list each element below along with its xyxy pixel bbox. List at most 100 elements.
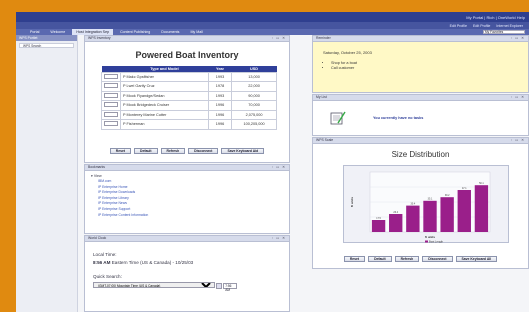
chart-bar — [406, 205, 420, 232]
refresh-button[interactable]: Refresh — [394, 256, 420, 262]
quick-search-label: Quick Search: — [93, 274, 122, 279]
usd-cell: 100,205,000 — [231, 119, 277, 130]
bookmark-link[interactable]: IP Enterprise Content Information — [98, 213, 283, 219]
reset-button[interactable]: Reset — [109, 148, 132, 154]
my-list-portlet: My List ▫ ▭ ✕ You currently have no task… — [312, 94, 529, 136]
bar-data-label: 17.5 — [376, 217, 381, 220]
utility-link-3[interactable]: Internet Explorer — [496, 24, 523, 28]
bar-data-label: 26.4 — [393, 211, 398, 214]
portlet-controls[interactable]: ▫ ▭ ✕ — [272, 36, 286, 42]
row-select[interactable] — [101, 109, 121, 120]
table-row[interactable]: P Lwel Gartly Cruz 1978 22,000 — [101, 81, 277, 92]
bookmark-root[interactable]: ▾ View — [91, 174, 283, 178]
table-row[interactable]: P Mook Flyandge/Sedan 1993 90,000 — [101, 90, 277, 101]
row-select[interactable] — [101, 90, 121, 101]
default-button[interactable]: Default — [134, 148, 158, 154]
model-cell: P Monterey Marine Cutter — [120, 109, 209, 120]
table-row[interactable]: P Monterey Marine Cutter 1996 2,075,000 — [101, 109, 277, 120]
portlet-header: WPS Scale ▫ ▭ ✕ — [313, 138, 528, 144]
table-row[interactable]: P Fisherman 1996 100,205,000 — [101, 119, 277, 130]
size-bar-chart: 17.5 26.4 30.4 35.1 39.2 47.1 50.1 ft units ft u… — [350, 171, 491, 244]
timezone-go-button[interactable] — [216, 282, 223, 289]
reminder-list: Shop for a boat Call customer — [323, 61, 518, 70]
portlet-controls[interactable]: ▫ ▭ ✕ — [272, 236, 286, 242]
legend-label: Boat Length — [429, 240, 444, 244]
timezone-select[interactable]: (GMT-07:00) Mountain Time (US & Canada) — [93, 282, 215, 288]
disconnect-button[interactable]: Disconnect — [422, 256, 453, 262]
bookmarks-portlet: Bookmarks ▫ ▭ ✕ ▾ View IBM.com IP Enterpr… — [84, 164, 290, 234]
portlet-header: World Clock ▫ ▭ ✕ — [85, 236, 289, 242]
row-select[interactable] — [101, 81, 121, 92]
year-cell: 1978 — [207, 81, 233, 92]
reminder-portlet: Reminder ▫ ▭ ✕ Saturday, October 25, 200… — [312, 35, 529, 93]
inventory-table: Type and Model Year USD P Makc Gpsfitshe… — [101, 66, 277, 130]
left-navigation: WPS Portlet WPS Search — [16, 35, 78, 312]
portlet-controls[interactable]: ▫ ▭ ✕ — [272, 165, 286, 171]
time-field[interactable]: 7:56 AM — [223, 282, 238, 292]
empty-task-message: You currently have no tasks — [373, 116, 424, 120]
reminder-item: Call customer — [331, 66, 518, 70]
top-bar: My Portal | Rich | OneWorld Help — [16, 12, 529, 22]
chart-title: Size Distribution — [391, 150, 450, 159]
chart-bar — [440, 197, 454, 232]
chart-bar — [371, 220, 386, 232]
legend-swatch — [425, 240, 428, 243]
utility-bar: Edit Profile Edit Profile Internet Explo… — [16, 22, 529, 29]
usd-cell: 22,000 — [231, 81, 277, 92]
reset-button[interactable]: Reset — [343, 256, 366, 262]
reminder-note: Saturday, October 25, 2003 Shop for a bo… — [313, 42, 528, 92]
left-nav-item-search[interactable]: WPS Search — [19, 43, 74, 48]
portlet-header: WPS Inventory ▫ ▭ ✕ — [85, 36, 289, 42]
left-nav-title: WPS Portlet — [16, 35, 77, 41]
local-time-value: 8:56 AM Eastern Time (US & Canada) - 10/… — [93, 260, 194, 265]
usd-cell: 2,075,000 — [231, 109, 277, 120]
task-list-icon — [330, 111, 346, 125]
row-select[interactable] — [101, 100, 121, 111]
chart-buttons: Reset Default Refresh Disconnect Save Ke… — [313, 256, 528, 262]
portlet-title: WPS Scale — [316, 138, 334, 142]
year-cell: 1993 — [207, 71, 233, 82]
inventory-buttons: Reset Default Refresh Disconnect Save Ke… — [85, 148, 289, 154]
row-select[interactable] — [101, 71, 121, 82]
user-menu[interactable]: My Portal | Rich | OneWorld Help — [466, 15, 525, 20]
portlet-controls[interactable]: ▫ ▭ ✕ — [511, 138, 525, 144]
bar-data-label: 39.2 — [445, 194, 450, 197]
portlet-title: My List — [316, 95, 327, 99]
chart-bar — [423, 200, 437, 232]
chart-bar — [457, 190, 471, 232]
portlet-header: My List ▫ ▭ ✕ — [313, 95, 528, 101]
save-keyboard-button[interactable]: Save Keyboard Aid — [221, 148, 265, 154]
bar-data-label: 30.4 — [411, 202, 416, 205]
default-button[interactable]: Default — [368, 256, 392, 262]
portlet-header: Bookmarks ▫ ▭ ✕ — [85, 165, 289, 171]
row-select[interactable] — [101, 119, 121, 130]
size-chart-portlet: WPS Scale ▫ ▭ ✕ Size Distribution 17.5 26… — [312, 137, 529, 269]
y-axis-label: ft units — [350, 197, 354, 207]
table-row[interactable]: P Makc Gpsfitsher 1993 13,000 — [101, 71, 277, 82]
local-time-label: Local Time: — [93, 252, 117, 257]
model-cell: P Lwel Gartly Cruz — [120, 81, 209, 92]
usd-cell: 70,000 — [231, 100, 277, 111]
portlet-controls[interactable]: ▫ ▭ ✕ — [511, 95, 525, 101]
favorites-select[interactable]: My Favorites — [483, 30, 525, 34]
year-cell: 1996 — [207, 119, 233, 130]
bookmark-list: ▾ View IBM.com IP Enterprise Home IP Enter… — [85, 171, 289, 221]
chart-area: 17.5 26.4 30.4 35.1 39.2 47.1 50.1 ft units ft u… — [343, 165, 509, 244]
table-row[interactable]: P Mook Bridgedeck Cruiser 1996 70,000 — [101, 100, 277, 111]
utility-link-2[interactable]: Edit Profile — [473, 24, 490, 28]
utility-link-1[interactable]: Edit Profile — [450, 24, 467, 28]
inventory-portlet: WPS Inventory ▫ ▭ ✕ Powered Boat Invento… — [84, 35, 290, 163]
bookmark-root-label: View — [93, 174, 102, 178]
chart-bar — [389, 214, 403, 232]
portlet-title: WPS Inventory — [88, 36, 111, 40]
chart-bar — [474, 185, 489, 232]
bar-data-label: 35.1 — [428, 198, 433, 201]
portlet-controls[interactable]: ▫ ▭ ✕ — [511, 36, 525, 42]
save-keyboard-button[interactable]: Save Keyboard All — [455, 256, 498, 262]
reminder-date: Saturday, October 25, 2003 — [323, 50, 372, 55]
model-cell: P Mook Flyandge/Sedan — [120, 90, 209, 101]
disconnect-button[interactable]: Disconnect — [188, 148, 219, 154]
model-cell: P Mook Bridgedeck Cruiser — [120, 100, 209, 111]
model-cell: P Makc Gpsfitsher — [120, 71, 209, 82]
refresh-button[interactable]: Refresh — [160, 148, 186, 154]
